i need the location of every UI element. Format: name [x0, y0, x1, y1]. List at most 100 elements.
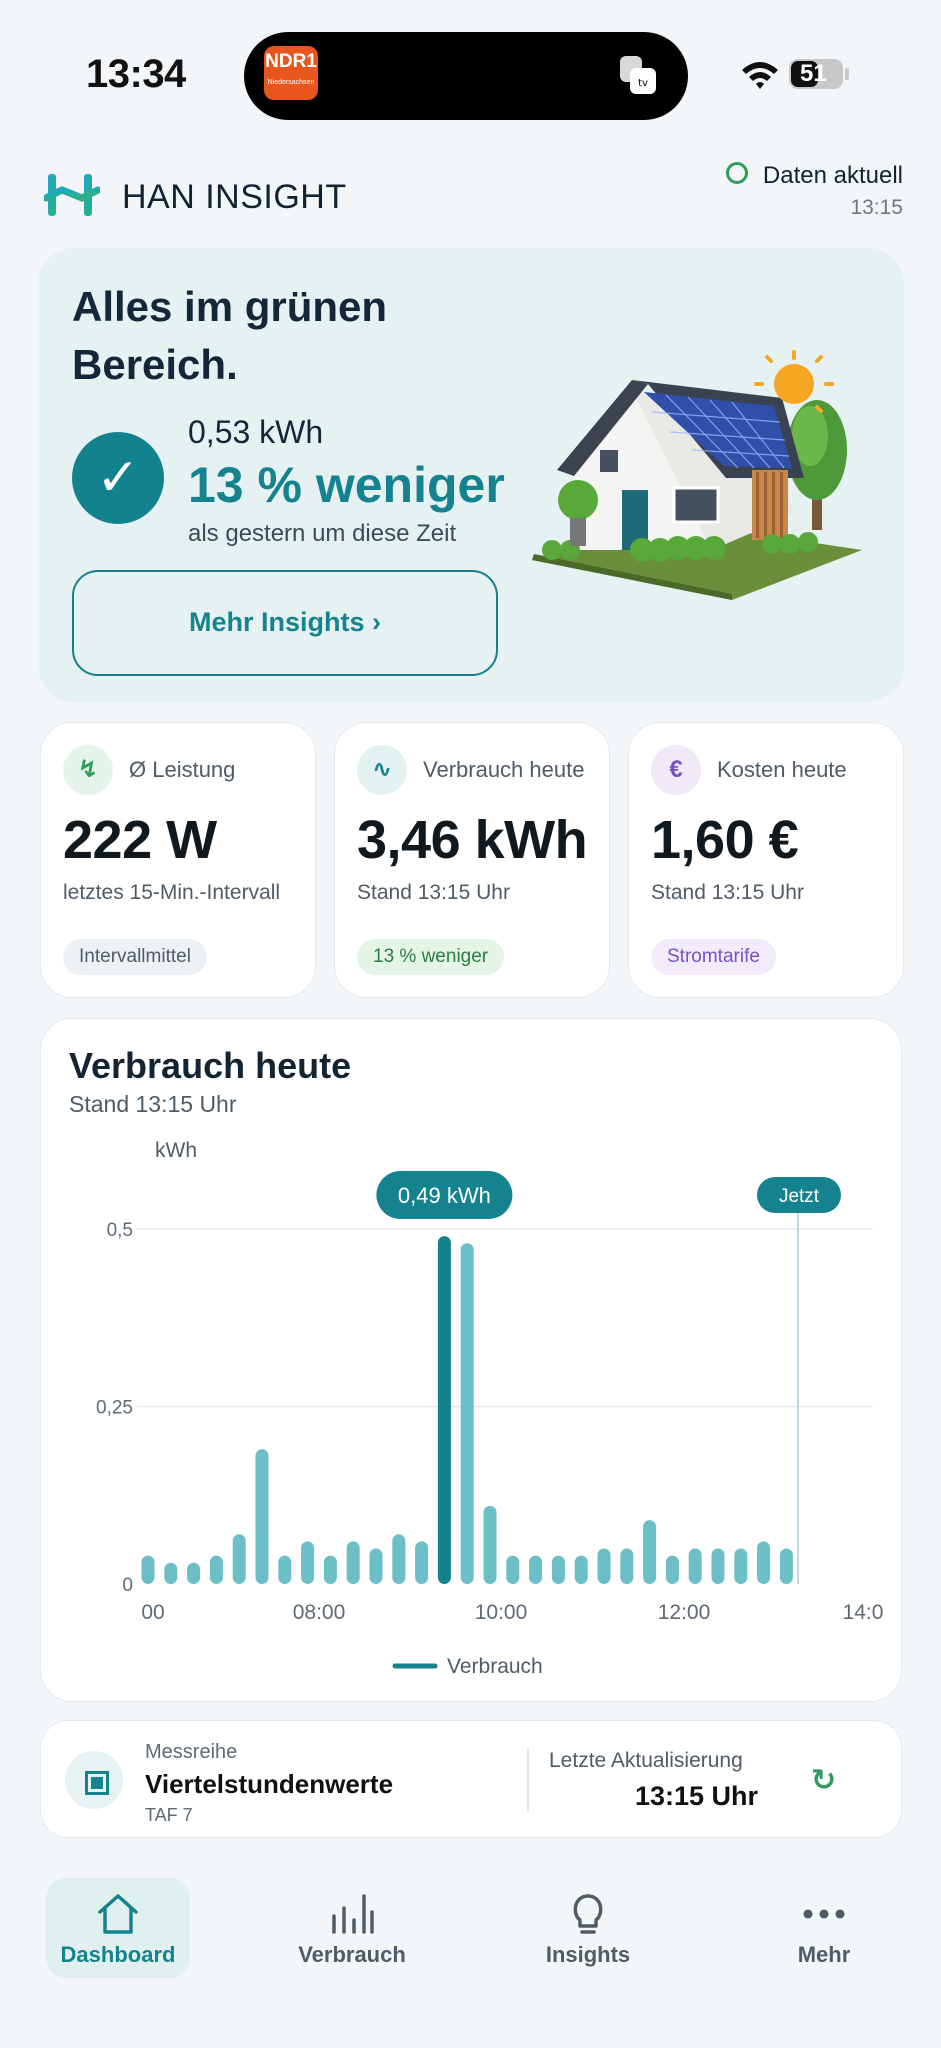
nav-insights[interactable]: Insights [516, 1878, 660, 1978]
source-title: Viertelstundenwerte [145, 1769, 394, 1799]
chart-bar [346, 1541, 360, 1584]
chart-bar [643, 1520, 657, 1584]
stat-description: Stand 13:15 Uhr [651, 881, 804, 904]
chart-bar [779, 1548, 793, 1584]
x-tick-label: 14:0 [843, 1601, 884, 1624]
chart-bar [392, 1534, 406, 1584]
y-tick-label: 0,25 [96, 1398, 133, 1419]
status-ok-icon [726, 162, 748, 184]
dynamic-island: NDR1 Niedersachsen tv [244, 32, 688, 120]
chart-bar [301, 1541, 315, 1584]
stromtarife-chip[interactable]: Stromtarife [651, 939, 776, 975]
summary-kwh: 0,53 kWh [188, 414, 324, 450]
wifi-icon [742, 62, 778, 89]
update-label: Letzte Aktualisierung [549, 1749, 743, 1772]
stat-card-consumption[interactable]: ∿ Verbrauch heute 3,46 kWh Stand 13:15 U… [334, 722, 610, 998]
chart-bar [437, 1236, 451, 1584]
lightbulb-icon [573, 1894, 603, 1934]
chart-bar [620, 1548, 634, 1584]
chart-bar [232, 1534, 246, 1584]
chart-bar [529, 1555, 543, 1584]
y-axis-label: kWh [155, 1139, 197, 1162]
x-tick-label: 08:00 [293, 1601, 346, 1624]
radio-station-logo: NDR1 Niedersachsen [264, 46, 318, 100]
chart-bar [734, 1548, 748, 1584]
chart-bar [597, 1548, 611, 1584]
chart-bar [369, 1548, 383, 1584]
stat-chip: 13 % weniger [357, 939, 505, 975]
euro-icon: € [651, 745, 701, 795]
y-tick-label: 0,5 [107, 1220, 133, 1241]
stat-value: 3,46 kWh [357, 810, 588, 870]
stat-description: letztes 15-Min.-Intervall [63, 881, 281, 904]
chart-bar [255, 1449, 269, 1584]
nav-label: Mehr [797, 1942, 851, 1967]
summary-percent: 13 % weniger [188, 457, 505, 513]
stat-card-power[interactable]: ↯ Ø Leistung 222 W letztes 15-Min.-Inter… [40, 722, 316, 998]
stat-description: Stand 13:15 Uhr [357, 881, 510, 904]
y-tick-label: 0 [122, 1575, 133, 1596]
bar-chart-icon [332, 1894, 374, 1934]
x-tick-label: 10:00 [475, 1601, 528, 1624]
chart-bar [187, 1562, 201, 1584]
radio-station-region: Niedersachsen [267, 79, 315, 86]
app-logo-icon [44, 174, 100, 216]
stat-label: Verbrauch heute [423, 757, 585, 782]
value-tooltip-label: 0,49 kWh [398, 1183, 491, 1208]
chart-bar [757, 1541, 771, 1584]
chart-bar [688, 1548, 702, 1584]
divider [527, 1749, 529, 1811]
chart-bar [415, 1541, 429, 1584]
summary-comparison: als gestern um diese Zeit [188, 520, 457, 547]
house-illustration [532, 350, 862, 600]
stat-chip: Intervallmittel [63, 939, 207, 975]
apple-tv-icon: tv [620, 56, 656, 94]
stat-value: 222 W [63, 810, 217, 870]
data-status-time: 13:15 [850, 196, 903, 219]
radio-station-name: NDR1 [265, 51, 317, 72]
chart-bar [164, 1562, 178, 1584]
more-insights-button[interactable]: Mehr Insights › [72, 570, 498, 676]
stat-card-costs[interactable]: € Kosten heute 1,60 € Stand 13:15 Uhr St… [628, 722, 904, 998]
chart-bar [506, 1555, 520, 1584]
source-subtitle: TAF 7 [145, 1805, 193, 1825]
data-status-label: Daten aktuell [762, 162, 903, 189]
status-time: 13:34 [86, 52, 186, 96]
nav-label: Insights [545, 1942, 631, 1967]
svg-text:tv: tv [638, 78, 648, 89]
chart-bar [323, 1555, 337, 1584]
summary-card: Alles im grünen Bereich. ✓ 0,53 kWh 13 %… [38, 248, 904, 702]
wave-icon: ∿ [357, 745, 407, 795]
stat-label: Kosten heute [717, 757, 847, 782]
home-icon [98, 1894, 138, 1934]
x-tick-label: 00 [141, 1601, 164, 1624]
consumption-chart-card: Verbrauch heute Stand 13:15 Uhr kWh 0 0,25… [40, 1018, 902, 1702]
chart-bar [209, 1555, 223, 1584]
chart-bar [460, 1243, 474, 1584]
check-icon: ✓ [72, 432, 164, 524]
battery-level: 51 [800, 60, 827, 87]
update-time: 13:15 Uhr [635, 1781, 759, 1811]
more-icon [803, 1909, 845, 1919]
chart-bar [141, 1555, 155, 1584]
refresh-icon[interactable]: ↻ [811, 1763, 836, 1798]
stat-value: 1,60 € [651, 810, 799, 870]
source-label: Messreihe [145, 1741, 238, 1763]
nav-mehr[interactable]: Mehr [752, 1878, 896, 1978]
now-label: Jetzt [779, 1186, 820, 1207]
stat-label: Ø Leistung [129, 757, 236, 782]
nav-label: Dashboard [60, 1942, 176, 1967]
meter-icon [65, 1751, 123, 1809]
legend-label: Verbrauch [447, 1655, 543, 1678]
consumption-chart: kWh 0 0,25 0,5 00 08:00 10:00 12:00 14:0 Jetzt 0,4… [96, 1139, 884, 1678]
x-tick-label: 12:00 [658, 1601, 711, 1624]
nav-dashboard[interactable]: Dashboard [46, 1878, 190, 1978]
nav-label: Verbrauch [298, 1942, 406, 1967]
bolt-icon: ↯ [63, 745, 113, 795]
chart-bar [574, 1555, 588, 1584]
data-source-card: Messreihe Viertelstundenwerte TAF 7 Letz… [40, 1720, 902, 1838]
battery-icon: 51 [788, 58, 850, 90]
nav-verbrauch[interactable]: Verbrauch [280, 1878, 424, 1978]
chart-bar [551, 1555, 565, 1584]
app-title: HAN INSIGHT [122, 178, 347, 216]
